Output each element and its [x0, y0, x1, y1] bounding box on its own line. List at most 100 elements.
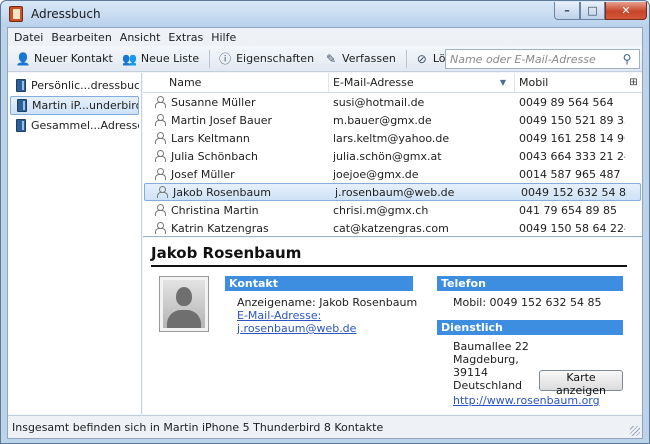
column-header-mobil[interactable]: Mobil — [515, 73, 625, 92]
detail-zip: 39114 — [453, 366, 488, 379]
detail-email-label-link[interactable]: E-Mail-Adresse: — [237, 309, 321, 322]
detail-divider — [151, 265, 627, 267]
contact-mobil: 0043 664 333 21 24 — [519, 149, 625, 163]
new-contact-icon: 👤 — [15, 51, 31, 66]
properties-button[interactable]: ⓘ Eigenschaften — [214, 49, 318, 69]
address-book-app-icon — [9, 6, 23, 22]
default-person-photo-icon — [163, 280, 205, 328]
detail-website-link[interactable]: http://www.rosenbaum.org — [453, 394, 600, 407]
maximize-button[interactable]: □ — [580, 2, 605, 20]
contact-name: Lars Keltmann — [171, 131, 250, 145]
section-header-dienstlich: Dienstlich — [437, 320, 623, 335]
detail-city: Magdeburg, — [453, 353, 519, 366]
contact-mobil: 041 79 654 89 85 — [519, 203, 617, 217]
contact-email: cat@katzengras.com — [333, 221, 449, 235]
table-row[interactable]: Julia Schönbach julia.schön@gmx.at 0043 66… — [143, 147, 642, 165]
column-picker-button[interactable]: ⊞ — [625, 73, 642, 92]
person-icon — [155, 150, 166, 162]
table-row[interactable]: Josef Müller joejoe@gmx.de 0014 587 965 48… — [143, 165, 642, 183]
contact-mobil: 0049 152 632 54 85 — [521, 185, 627, 199]
contact-name: Martin Josef Bauer — [171, 113, 272, 127]
close-button[interactable]: ✕ — [605, 2, 647, 20]
maximize-icon: □ — [587, 4, 598, 17]
search-input[interactable] — [446, 50, 618, 68]
new-contact-label: Neuer Kontakt — [34, 52, 113, 65]
table-row[interactable]: Susanne Müller susi@hotmail.de 0049 89 564… — [143, 93, 642, 111]
new-list-button[interactable]: 👥 Neue Liste — [119, 49, 203, 69]
address-book-icon — [17, 99, 27, 112]
status-text: Insgesamt befinden sich in Martin iPhone… — [12, 420, 384, 434]
person-icon — [155, 96, 166, 108]
window-title: Adressbuch — [31, 7, 101, 21]
sidebar-item-label: Persönlic...dressbuch — [31, 79, 139, 92]
contact-email: julia.schön@gmx.at — [333, 149, 442, 163]
column-header-label: Mobil — [519, 76, 549, 89]
address-book-icon — [16, 119, 26, 132]
new-contact-button[interactable]: 👤 Neuer Kontakt — [12, 49, 117, 69]
status-bar: Insgesamt befinden sich in Martin iPhone… — [8, 415, 642, 438]
sidebar-item-label: Gesammel...Adressen — [31, 119, 139, 132]
show-map-button[interactable]: Karte anzeigen — [539, 370, 623, 397]
contact-email: lars.keltm@yahoo.de — [333, 131, 450, 145]
detail-contact-name: Jakob Rosenbaum — [151, 244, 302, 262]
sidebar-item-personal-address-book[interactable]: Persönlic...dressbuch — [10, 76, 139, 95]
menu-datei[interactable]: Datei — [10, 31, 47, 44]
menu-bar: Datei Bearbeiten Ansicht Extras Hilfe — [8, 28, 642, 46]
column-picker-icon: ⊞ — [629, 77, 638, 88]
title-bar[interactable]: Adressbuch – □ ✕ — [1, 1, 649, 27]
sidebar-item-label: Martin iP...underbird — [32, 99, 139, 112]
table-row[interactable]: Christina Martin chrisi.m@gmx.ch 041 79 65… — [143, 201, 642, 219]
table-row[interactable]: Lars Keltmann lars.keltm@yahoo.de 0049 161… — [143, 129, 642, 147]
delete-icon: ⊘ — [416, 51, 427, 66]
menu-hilfe[interactable]: Hilfe — [207, 31, 240, 44]
contact-email: susi@hotmail.de — [333, 95, 425, 109]
column-header-name[interactable]: Name — [143, 73, 329, 92]
detail-country: Deutschland — [453, 379, 523, 392]
toolbar-separator — [209, 49, 211, 68]
column-header-email[interactable]: E-Mail-Adresse ▼ — [329, 73, 515, 92]
section-header-kontakt: Kontakt — [225, 276, 413, 291]
client-area: Datei Bearbeiten Ansicht Extras Hilfe 👤 … — [7, 27, 643, 439]
search-box: ⚲ — [445, 49, 640, 69]
compose-button[interactable]: ✎ Verfassen — [320, 49, 400, 69]
detail-email-link[interactable]: j.rosenbaum@web.de — [237, 322, 356, 335]
detail-mobil: Mobil: 0049 152 632 54 85 — [453, 296, 602, 309]
table-row[interactable]: Martin Josef Bauer m.bauer@gmx.de 0049 150… — [143, 111, 642, 129]
contact-email: m.bauer@gmx.de — [333, 113, 432, 127]
sort-descending-icon: ▼ — [499, 78, 506, 87]
contact-email: chrisi.m@gmx.ch — [333, 203, 429, 217]
contact-mobil: 0049 89 564 564 — [519, 95, 614, 109]
pencil-icon: ✎ — [326, 51, 337, 66]
contact-name: Christina Martin — [171, 203, 259, 217]
minimize-icon: – — [564, 4, 570, 17]
menu-extras[interactable]: Extras — [164, 31, 207, 44]
contact-mobil: 0014 587 965 487 — [519, 167, 621, 181]
contact-email: j.rosenbaum@web.de — [335, 185, 455, 199]
contact-list-header: Name E-Mail-Adresse ▼ Mobil ⊞ — [143, 73, 642, 93]
minimize-button[interactable]: – — [554, 2, 580, 20]
column-header-label: E-Mail-Adresse — [333, 76, 414, 89]
contact-rows: Susanne Müller susi@hotmail.de 0049 89 564… — [143, 93, 642, 237]
compose-label: Verfassen — [342, 52, 396, 65]
address-book-icon — [16, 79, 26, 92]
detail-street: Baumallee 22 — [453, 340, 529, 353]
detail-display-name: Anzeigename: Jakob Rosenbaum — [237, 296, 418, 309]
sidebar-item-collected-addresses[interactable]: Gesammel...Adressen — [10, 116, 139, 135]
table-row-selected[interactable]: Jakob Rosenbaum j.rosenbaum@web.de 0049 15… — [144, 183, 641, 201]
new-list-label: Neue Liste — [140, 52, 200, 65]
avatar — [159, 276, 209, 332]
menu-ansicht[interactable]: Ansicht — [116, 31, 165, 44]
properties-label: Eigenschaften — [236, 52, 315, 65]
contact-name: Katrin Katzengras — [171, 221, 269, 235]
menu-bearbeiten[interactable]: Bearbeiten — [47, 31, 115, 44]
contact-mobil: 0049 150 521 89 33 — [519, 113, 625, 127]
person-icon — [155, 132, 166, 144]
section-header-telefon: Telefon — [437, 276, 623, 291]
info-icon: ⓘ — [219, 52, 232, 66]
search-icon[interactable]: ⚲ — [618, 52, 636, 66]
resize-grip-icon[interactable] — [630, 426, 640, 436]
toolbar: 👤 Neuer Kontakt 👥 Neue Liste ⓘ Eigenscha… — [8, 46, 642, 72]
table-row[interactable]: Katrin Katzengras cat@katzengras.com 0049 … — [143, 219, 642, 237]
person-icon — [155, 222, 166, 234]
sidebar-item-martin-iphone[interactable]: Martin iP...underbird — [10, 96, 139, 115]
